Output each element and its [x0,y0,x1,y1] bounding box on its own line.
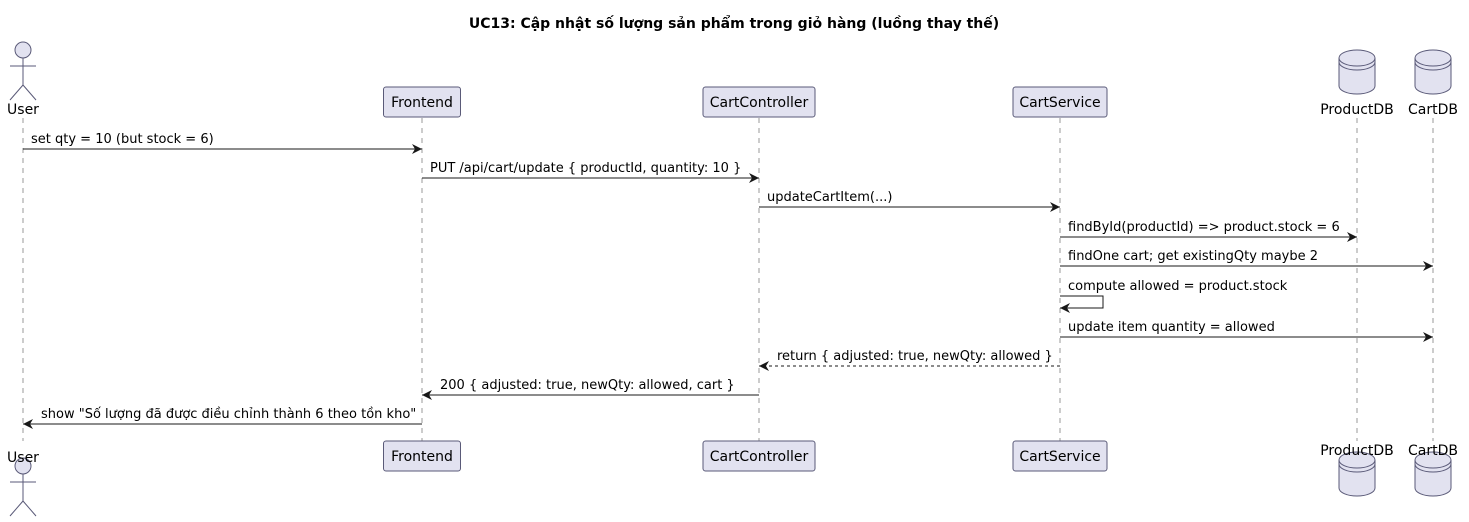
message-label: compute allowed = product.stock [1068,279,1288,294]
message-6: compute allowed = product.stock [1060,279,1288,313]
message-label: findOne cart; get existingQty maybe 2 [1068,249,1318,264]
message-1: set qty = 10 (but stock = 6) [23,132,422,154]
message-label: updateCartItem(...) [767,190,892,205]
message-label: show "Số lượng đã được điều chỉnh thành … [41,407,416,422]
message-7: update item quantity = allowed [1060,320,1433,342]
participant-label: CartDB [1408,102,1458,118]
participant-label: ProductDB [1320,102,1394,118]
participant-cartcontroller-bottom: CartController [702,440,816,472]
database-icon [1338,49,1376,95]
participant-frontend-top: Frontend [383,86,461,118]
diagram-title: UC13: Cập nhật số lượng sản phẩm trong g… [469,15,999,32]
participant-label: User [7,102,39,118]
participant-cartdb-top: CartDB [1408,49,1458,118]
database-icon [1414,49,1452,95]
message-arrow [1060,295,1104,313]
participant-productdb-top: ProductDB [1320,49,1394,118]
participant-label: CartService [1019,95,1100,111]
participant-cartservice-bottom: CartService [1012,440,1108,472]
participant-cartservice-top: CartService [1012,86,1108,118]
participant-label: ProductDB [1320,443,1394,459]
message-label: 200 { adjusted: true, newQty: allowed, c… [440,378,735,393]
participant-user-top: User [7,41,39,118]
participant-cartcontroller-top: CartController [702,86,816,118]
message-4: findById(productId) => product.stock = 6 [1060,220,1357,242]
message-10: show "Số lượng đã được điều chỉnh thành … [23,407,422,429]
message-3: updateCartItem(...) [759,190,1060,212]
participant-user-bottom: User [7,450,39,517]
messages: set qty = 10 (but stock = 6) PUT /api/car… [23,132,1433,429]
actor-icon [9,41,37,101]
message-label: update item quantity = allowed [1068,320,1275,335]
message-label: PUT /api/cart/update { productId, quanti… [430,161,741,176]
message-label: set qty = 10 (but stock = 6) [31,132,214,147]
participant-cartdb-bottom: CartDB [1408,443,1458,497]
message-5: findOne cart; get existingQty maybe 2 [1060,249,1433,271]
message-label: return { adjusted: true, newQty: allowed… [777,349,1053,364]
participant-label: User [7,450,39,466]
participant-label: CartController [710,449,809,465]
participant-productdb-bottom: ProductDB [1320,443,1394,497]
message-label: findById(productId) => product.stock = 6 [1068,220,1340,235]
message-8: return { adjusted: true, newQty: allowed… [759,349,1060,371]
participant-label: CartController [710,95,809,111]
message-2: PUT /api/cart/update { productId, quanti… [422,161,759,183]
actor-icon [9,457,37,517]
participant-label: Frontend [391,449,453,465]
participant-label: CartDB [1408,443,1458,459]
sequence-diagram: UC13: Cập nhật số lượng sản phẩm trong g… [7,15,1458,517]
participant-label: Frontend [391,95,453,111]
participant-frontend-bottom: Frontend [383,440,461,472]
participant-label: CartService [1019,449,1100,465]
message-9: 200 { adjusted: true, newQty: allowed, c… [422,378,759,400]
